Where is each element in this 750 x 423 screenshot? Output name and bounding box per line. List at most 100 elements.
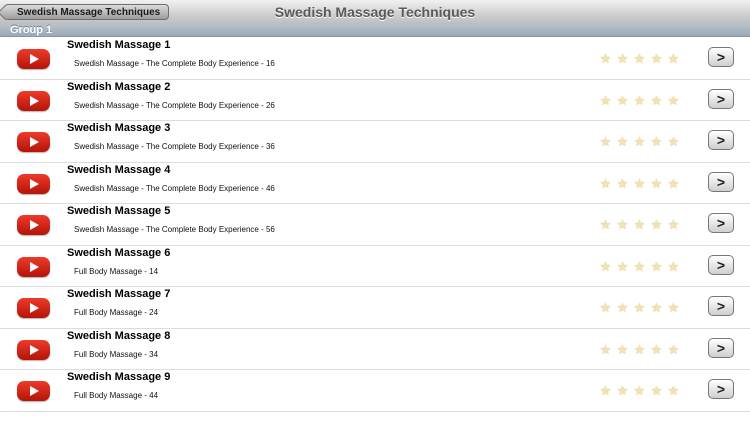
item-subtitle: Swedish Massage - The Complete Body Expe… xyxy=(74,225,275,234)
star-icon[interactable]: ★ xyxy=(615,301,630,314)
star-icon[interactable]: ★ xyxy=(615,260,630,273)
star-rating[interactable]: ★ ★ ★ ★ ★ xyxy=(598,301,681,314)
item-subtitle: Swedish Massage - The Complete Body Expe… xyxy=(74,59,275,68)
star-icon[interactable]: ★ xyxy=(598,384,613,397)
list-item[interactable]: Swedish Massage 4 Swedish Massage - The C… xyxy=(0,162,750,204)
play-video-icon[interactable] xyxy=(17,173,50,194)
star-icon[interactable]: ★ xyxy=(666,177,681,190)
star-icon[interactable]: ★ xyxy=(666,260,681,273)
star-icon[interactable]: ★ xyxy=(615,343,630,356)
star-icon[interactable]: ★ xyxy=(649,177,664,190)
star-icon[interactable]: ★ xyxy=(649,94,664,107)
item-title: Swedish Massage 7 xyxy=(67,288,171,300)
item-subtitle: Swedish Massage - The Complete Body Expe… xyxy=(74,100,275,110)
list-item[interactable]: Swedish Massage 9 Full Body Massage - 44 ★… xyxy=(0,370,750,412)
play-video-icon[interactable] xyxy=(17,49,50,69)
star-icon[interactable]: ★ xyxy=(666,218,681,231)
star-icon[interactable]: ★ xyxy=(666,52,681,65)
star-icon[interactable]: ★ xyxy=(666,94,681,107)
play-video-icon[interactable] xyxy=(17,90,50,111)
star-rating[interactable]: ★ ★ ★ ★ ★ xyxy=(598,218,681,231)
star-icon[interactable]: ★ xyxy=(615,52,630,65)
star-icon[interactable]: ★ xyxy=(666,301,681,314)
page-title: Swedish Massage Techniques xyxy=(274,4,476,20)
star-icon[interactable]: ★ xyxy=(615,94,630,107)
star-icon[interactable]: ★ xyxy=(649,301,664,314)
star-icon[interactable]: ★ xyxy=(649,384,664,397)
list-item[interactable]: Swedish Massage 3 Swedish Massage - The C… xyxy=(0,121,750,163)
star-icon[interactable]: ★ xyxy=(598,177,613,190)
item-subtitle: Full Body Massage - 14 xyxy=(74,266,159,276)
item-title: Swedish Massage 8 xyxy=(67,329,171,342)
chevron-right-icon[interactable]: > xyxy=(708,213,734,233)
list-item[interactable]: Swedish Massage 2 Swedish Massage - The C… xyxy=(0,79,750,121)
play-video-icon[interactable] xyxy=(17,339,50,360)
chevron-right-icon[interactable]: > xyxy=(708,337,734,358)
list-item[interactable]: Swedish Massage 1 Swedish Massage - The C… xyxy=(0,38,750,80)
item-title: Swedish Massage 4 xyxy=(67,163,171,176)
star-icon[interactable]: ★ xyxy=(598,52,613,65)
star-icon[interactable]: ★ xyxy=(649,218,664,231)
chevron-right-icon[interactable]: > xyxy=(708,171,734,192)
star-rating[interactable]: ★ ★ ★ ★ ★ xyxy=(598,343,681,356)
list-item[interactable]: Swedish Massage 8 Full Body Massage - 34 ★… xyxy=(0,328,750,370)
navigation-bar: Swedish Massage Techniques Swedish Massa… xyxy=(0,0,750,25)
technique-list: Swedish Massage 1 Swedish Massage - The C… xyxy=(0,38,750,412)
star-icon[interactable]: ★ xyxy=(632,343,647,356)
star-icon[interactable]: ★ xyxy=(632,384,647,397)
chevron-right-icon[interactable]: > xyxy=(708,88,734,109)
play-video-icon[interactable] xyxy=(17,256,50,277)
item-subtitle: Swedish Massage - The Complete Body Expe… xyxy=(74,183,275,193)
list-item[interactable]: Swedish Massage 6 Full Body Massage - 14 ★… xyxy=(0,245,750,287)
star-rating[interactable]: ★ ★ ★ ★ ★ xyxy=(598,94,681,107)
star-icon[interactable]: ★ xyxy=(632,260,647,273)
chevron-right-icon[interactable]: > xyxy=(708,254,734,275)
star-icon[interactable]: ★ xyxy=(598,135,613,148)
star-icon[interactable]: ★ xyxy=(666,343,681,356)
star-rating[interactable]: ★ ★ ★ ★ ★ xyxy=(598,52,681,65)
star-rating[interactable]: ★ ★ ★ ★ ★ xyxy=(598,260,681,273)
star-icon[interactable]: ★ xyxy=(598,94,613,107)
section-header: Group 1 xyxy=(0,24,750,37)
item-title: Swedish Massage 3 xyxy=(67,122,171,134)
star-rating[interactable]: ★ ★ ★ ★ ★ xyxy=(598,384,681,397)
item-title: Swedish Massage 9 xyxy=(67,371,171,383)
chevron-right-icon[interactable]: > xyxy=(708,130,734,150)
star-icon[interactable]: ★ xyxy=(632,301,647,314)
star-icon[interactable]: ★ xyxy=(615,384,630,397)
star-icon[interactable]: ★ xyxy=(632,52,647,65)
star-icon[interactable]: ★ xyxy=(615,177,630,190)
chevron-right-icon[interactable]: > xyxy=(708,379,734,399)
star-icon[interactable]: ★ xyxy=(598,301,613,314)
star-icon[interactable]: ★ xyxy=(649,343,664,356)
play-video-icon[interactable] xyxy=(17,381,50,401)
item-subtitle: Full Body Massage - 44 xyxy=(74,391,159,400)
play-video-icon[interactable] xyxy=(17,132,50,152)
star-icon[interactable]: ★ xyxy=(598,218,613,231)
star-rating[interactable]: ★ ★ ★ ★ ★ xyxy=(598,135,681,148)
list-item[interactable]: Swedish Massage 5 Swedish Massage - The C… xyxy=(0,204,750,246)
star-icon[interactable]: ★ xyxy=(632,218,647,231)
star-icon[interactable]: ★ xyxy=(615,218,630,231)
star-icon[interactable]: ★ xyxy=(666,135,681,148)
star-icon[interactable]: ★ xyxy=(598,343,613,356)
play-video-icon[interactable] xyxy=(17,298,50,318)
star-icon[interactable]: ★ xyxy=(666,384,681,397)
star-icon[interactable]: ★ xyxy=(649,135,664,148)
star-icon[interactable]: ★ xyxy=(632,177,647,190)
star-icon[interactable]: ★ xyxy=(632,135,647,148)
item-title: Swedish Massage 1 xyxy=(67,39,171,51)
star-icon[interactable]: ★ xyxy=(615,135,630,148)
chevron-right-icon[interactable]: > xyxy=(708,296,734,316)
star-icon[interactable]: ★ xyxy=(632,94,647,107)
star-rating[interactable]: ★ ★ ★ ★ ★ xyxy=(598,177,681,190)
play-video-icon[interactable] xyxy=(17,215,50,235)
star-icon[interactable]: ★ xyxy=(649,260,664,273)
item-subtitle: Full Body Massage - 24 xyxy=(74,308,159,317)
item-title: Swedish Massage 6 xyxy=(67,246,171,259)
item-subtitle: Full Body Massage - 34 xyxy=(74,349,159,359)
list-item[interactable]: Swedish Massage 7 Full Body Massage - 24 ★… xyxy=(0,287,750,329)
star-icon[interactable]: ★ xyxy=(598,260,613,273)
chevron-right-icon[interactable]: > xyxy=(708,47,734,67)
star-icon[interactable]: ★ xyxy=(649,52,664,65)
